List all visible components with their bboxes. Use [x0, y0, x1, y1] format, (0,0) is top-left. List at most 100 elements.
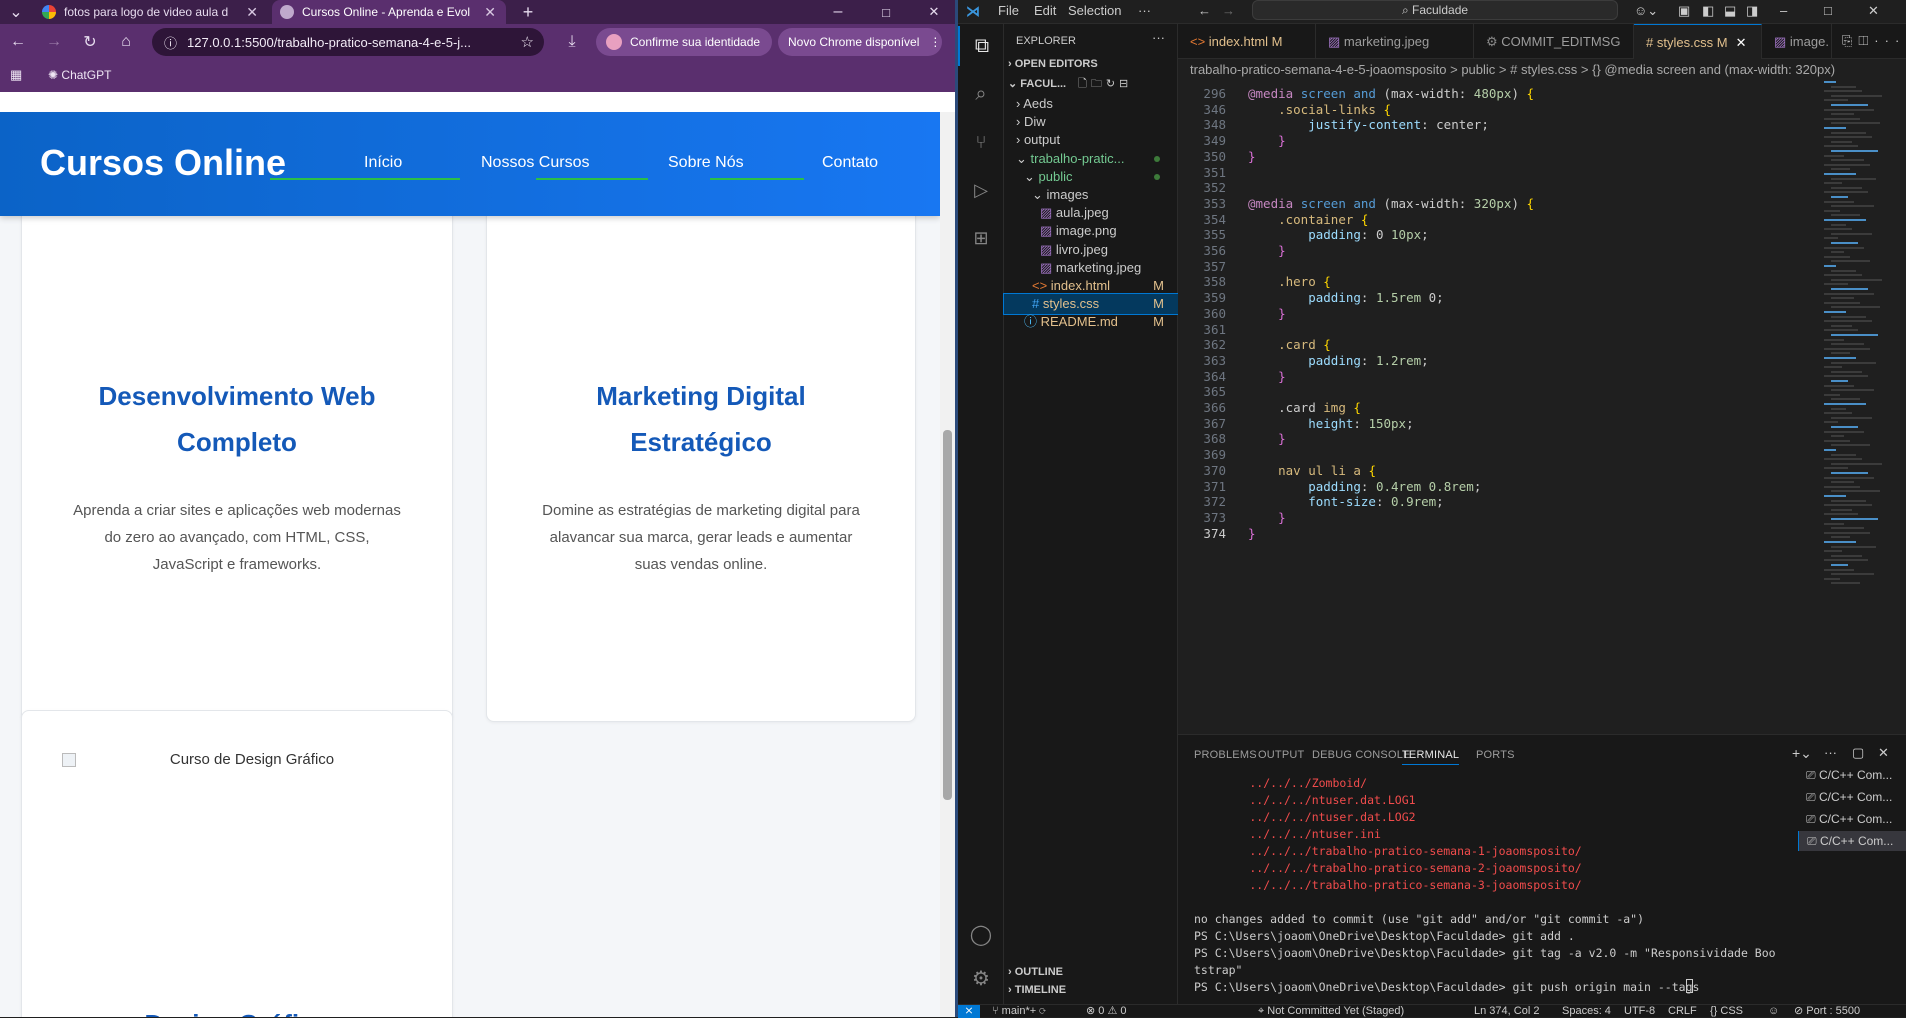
maximize-button[interactable]: □	[872, 0, 900, 24]
panel-tab[interactable]: TERMINAL	[1402, 749, 1460, 765]
account-icon[interactable]: ◯	[958, 914, 1004, 954]
close-tab-icon[interactable]: ✕	[484, 4, 496, 21]
branch-indicator[interactable]: ⑂ main*+ ⟳	[992, 1005, 1046, 1018]
search-icon[interactable]: ⌕	[958, 74, 1004, 114]
indentation[interactable]: Spaces: 4	[1562, 1005, 1611, 1018]
extensions-icon[interactable]: ⊞	[958, 218, 1004, 258]
tree-item[interactable]: # styles.css M	[1003, 293, 1179, 316]
menu-file[interactable]: File	[998, 3, 1019, 18]
terminal-instance[interactable]: ⎚ C/C++ Com...	[1798, 831, 1906, 851]
browser-tab-active[interactable]: Cursos Online - Aprenda e Evol ✕	[272, 0, 506, 24]
menu-edit[interactable]: Edit	[1034, 3, 1056, 18]
tree-item[interactable]: ▨ image.png	[1004, 221, 1178, 241]
tree-item[interactable]: ▨ marketing.jpeg	[1004, 258, 1178, 278]
layout-icon[interactable]: ▣	[1678, 3, 1690, 19]
tree-item[interactable]: ⓘ README.md M	[1004, 312, 1178, 332]
panel-tab[interactable]: PROBLEMS	[1194, 749, 1257, 761]
tree-item[interactable]: ▨ livro.jpeg	[1004, 240, 1178, 260]
identity-button[interactable]: Confirme sua identidade	[596, 28, 772, 56]
site-info-icon[interactable]: ⓘ	[164, 33, 177, 52]
git-blame[interactable]: ⌖ Not Committed Yet (Staged)	[1258, 1005, 1404, 1018]
apps-grid-icon[interactable]: ▦	[10, 67, 22, 83]
tree-item[interactable]: › output	[1004, 130, 1178, 150]
line-ending[interactable]: CRLF	[1668, 1005, 1697, 1018]
new-terminal-icon[interactable]: +⌄	[1792, 745, 1812, 762]
toggle-panel-icon[interactable]: ⬓	[1724, 3, 1736, 19]
panel-tab[interactable]: DEBUG CONSOLE	[1312, 749, 1411, 761]
source-control-icon[interactable]: ⑂	[958, 122, 1004, 162]
close-window-button[interactable]: ✕	[920, 0, 948, 24]
tree-item[interactable]: ▨ aula.jpeg	[1004, 203, 1178, 223]
tree-item[interactable]: › Diw	[1004, 112, 1178, 132]
forward-icon[interactable]: →	[40, 24, 68, 60]
open-editors-section[interactable]: › OPEN EDITORS	[1004, 54, 1178, 74]
panel-tab[interactable]: PORTS	[1476, 749, 1515, 761]
menu-selection[interactable]: Selection	[1068, 3, 1121, 18]
breadcrumb[interactable]: trabalho-pratico-semana-4-e-5-joaomsposi…	[1178, 59, 1906, 81]
cursor-position[interactable]: Ln 374, Col 2	[1474, 1005, 1539, 1018]
forward-icon[interactable]: →	[1222, 3, 1235, 18]
menu-more[interactable]: ···	[1138, 3, 1151, 18]
tree-item[interactable]: ⌄ public	[1004, 167, 1178, 187]
site-logo[interactable]: Cursos Online	[40, 142, 286, 184]
command-center-search[interactable]: ⌕ Faculdade	[1252, 0, 1618, 20]
tree-item[interactable]: › Aeds	[1004, 94, 1178, 114]
toggle-secondary-sidebar-icon[interactable]: ◨	[1746, 3, 1758, 19]
tree-item[interactable]: <> index.html M	[1004, 276, 1178, 296]
close-tab-icon[interactable]: ✕	[246, 4, 258, 21]
tab-search-icon[interactable]: ⌄	[2, 0, 30, 24]
minimap[interactable]	[1820, 81, 1906, 701]
nav-contato[interactable]: Contato	[822, 154, 878, 172]
settings-gear-icon[interactable]: ⚙	[958, 958, 1004, 998]
panel-tab[interactable]: OUTPUT	[1258, 749, 1304, 761]
page-scrollbar-thumb[interactable]	[943, 430, 952, 800]
problems-indicator[interactable]: ⊗ 0 ⚠ 0	[1086, 1005, 1126, 1018]
minimize-button[interactable]: –	[1780, 3, 1787, 18]
back-icon[interactable]: ←	[4, 24, 32, 60]
back-icon[interactable]: ←	[1198, 3, 1211, 18]
language-mode[interactable]: {} CSS	[1710, 1005, 1743, 1018]
editor-tab-active[interactable]: # styles.css M ✕	[1634, 24, 1762, 59]
new-tab-button[interactable]: +	[514, 0, 542, 24]
panel-more-icon[interactable]: ···	[1824, 745, 1837, 760]
explorer-icon[interactable]: ⧉	[958, 26, 1004, 66]
editor-tab[interactable]: ⚙ COMMIT_EDITMSG	[1474, 24, 1634, 59]
update-chrome-button[interactable]: Novo Chrome disponível ⋮	[778, 28, 942, 56]
editor-tab[interactable]: <> index.html M	[1178, 24, 1316, 59]
encoding[interactable]: UTF-8	[1624, 1005, 1655, 1018]
close-tab-icon[interactable]: ✕	[1736, 35, 1747, 50]
run-debug-icon[interactable]: ▷	[958, 170, 1004, 210]
nav-inicio[interactable]: Início	[364, 154, 402, 172]
minimize-button[interactable]: –	[824, 0, 852, 24]
copilot-icon[interactable]: ☺⌄	[1634, 3, 1658, 19]
timeline-section[interactable]: › TIMELINE	[1004, 980, 1178, 1000]
home-icon[interactable]: ⌂	[112, 24, 140, 60]
maximize-panel-icon[interactable]: ▢	[1852, 745, 1864, 761]
terminal-instance[interactable]: ⎚ C/C++ Com...	[1798, 765, 1906, 785]
maximize-button[interactable]: □	[1824, 3, 1832, 18]
bookmark-chatgpt[interactable]: ✺ ChatGPT	[48, 68, 111, 82]
copilot-status-icon[interactable]: ☺	[1768, 1005, 1779, 1018]
terminal-instance[interactable]: ⎚ C/C++ Com...	[1798, 787, 1906, 807]
tree-item[interactable]: ⌄ images	[1004, 185, 1178, 205]
close-panel-icon[interactable]: ✕	[1878, 745, 1889, 761]
download-icon[interactable]: ⤓	[558, 24, 586, 60]
workspace-root[interactable]: ⌄ FACUL... 🗋🗀↻⊟	[1004, 74, 1178, 94]
more-actions-icon[interactable]: ···	[1152, 30, 1165, 45]
close-window-button[interactable]: ✕	[1868, 3, 1879, 19]
editor-tab[interactable]: ▨ marketing.jpeg	[1316, 24, 1474, 59]
reload-icon[interactable]: ↻	[76, 24, 104, 60]
toggle-sidebar-icon[interactable]: ◧	[1702, 3, 1714, 19]
outline-section[interactable]: › OUTLINE	[1004, 962, 1178, 982]
terminal-instance[interactable]: ⎚ C/C++ Com...	[1798, 809, 1906, 829]
tree-item[interactable]: ⌄ trabalho-pratic...	[1004, 149, 1178, 169]
nav-sobre-nos[interactable]: Sobre Nós	[668, 154, 744, 172]
address-bar[interactable]: ⓘ 127.0.0.1:5500/trabalho-pratico-semana…	[152, 28, 544, 56]
editor-actions-icon[interactable]: ⎘◫···	[1842, 33, 1905, 49]
explorer-actions-icon[interactable]: 🗋🗀↻⊟	[1078, 74, 1132, 94]
nav-nossos-cursos[interactable]: Nossos Cursos	[481, 154, 589, 172]
remote-icon[interactable]: ⨯	[958, 1005, 980, 1018]
editor-tab[interactable]: ▨ image.	[1762, 24, 1832, 59]
live-server-port[interactable]: ⊘ Port : 5500	[1794, 1005, 1860, 1018]
bookmark-star-icon[interactable]: ☆	[521, 33, 534, 51]
